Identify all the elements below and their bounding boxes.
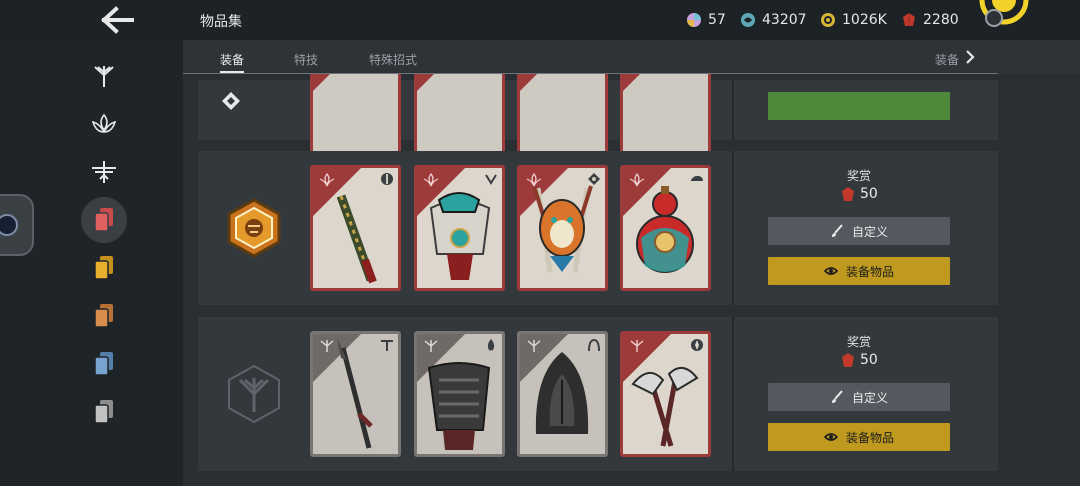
set-3-card-hood[interactable] [517,331,608,457]
sidebar-item-faction-1[interactable] [81,53,127,99]
reward-title: 奖赏 [846,335,871,349]
currency-steel: 43207 [740,12,807,28]
wings-crest-icon [226,364,282,428]
eye-icon [823,267,838,275]
set-row-2: 奖赏 50 自定义 装备物品 [198,151,998,305]
set-3-card-armor[interactable] [414,331,505,457]
set-row-3: 奖赏 50 自定义 装备物品 [198,317,998,471]
set-2-card-armor[interactable] [414,165,505,291]
equip-label: 装备物品 [845,264,894,279]
sidebar-item-gray-cards[interactable] [81,389,127,435]
lotus-crest-icon [423,173,439,187]
set-3-card-spear[interactable] [310,331,401,457]
customize-button[interactable]: 自定义 [768,383,950,411]
currency-steel-value: 43207 [762,12,807,28]
lotus-crest-icon [526,173,542,187]
wings-crest-icon [320,340,334,352]
chevron-right-icon[interactable] [963,48,977,66]
tab-equipment[interactable]: 装备 [220,51,244,68]
orange-cards-icon [94,304,113,328]
tab-divider [183,73,998,74]
gray-cards-icon [94,400,113,424]
brush-icon [831,224,843,237]
wings-crest-icon [527,340,541,352]
sidebar-item-yellow-cards[interactable] [81,245,127,291]
row-divider [732,80,734,140]
lotus-crest-icon [629,173,645,187]
currency-gems: 2280 [901,12,959,28]
wings-crest-icon [630,340,644,352]
wings-crest-icon [94,66,114,87]
equip-label: 装备物品 [845,430,894,445]
sidebar-drawer-handle[interactable] [0,194,34,256]
helmet-slot-icon [381,173,393,185]
customize-label: 自定义 [851,224,888,239]
reward-value: 50 [841,186,878,202]
chest-slot-icon [485,174,497,185]
set-row-1 [198,40,998,166]
back-arrow-icon[interactable] [98,4,138,36]
set-2-card-gourd[interactable] [620,165,711,291]
tab-next-label[interactable]: 装备 [935,51,959,68]
wings-crest-icon [424,340,438,352]
yellow-cards-icon [94,256,113,280]
steel-swirl-icon [741,13,755,27]
dragonfly-crest-icon [92,161,116,183]
weapon-slot-icon [381,340,393,351]
red-gem-icon [842,353,854,367]
brush-icon [831,390,843,403]
customize-label: 自定义 [851,390,888,405]
eye-icon [823,433,838,441]
lion-crest-icon [226,198,282,262]
set-2-card-mask[interactable] [517,165,608,291]
top-bar: 物品集 57 43207 1026K 2280 [0,0,1080,40]
coin-icon [821,13,835,27]
set-complete-bar [768,92,950,120]
reward-value: 50 [841,352,878,368]
sidebar-item-orange-cards[interactable] [81,293,127,339]
sidebar-item-red-cards[interactable] [81,197,127,243]
head-slot-icon [588,173,600,185]
page-title: 物品集 [200,14,242,30]
blue-cards-icon [94,352,113,376]
sidebar-item-faction-3[interactable] [81,149,127,195]
tab-special-moves[interactable]: 特殊招式 [369,51,417,68]
equip-items-button[interactable]: 装备物品 [768,423,950,451]
collection-panel: 装备 特技 特殊招式 装备 奖赏 50 自定义 装备物品 奖赏 50 自定义 装… [183,40,1080,486]
diamond-crest-icon [220,90,242,116]
red-gem-icon [903,13,915,26]
red-cards-icon [94,208,113,232]
equip-items-button[interactable]: 装备物品 [768,257,950,285]
currency-coins-value: 1026K [842,12,887,28]
lotus-crest-icon [319,173,335,187]
lotus-crest-icon [91,113,117,133]
sidebar-item-blue-cards[interactable] [81,341,127,387]
customize-button[interactable]: 自定义 [768,217,950,245]
tab-feats[interactable]: 特技 [294,51,318,68]
currency-gems-value: 2280 [923,12,959,28]
currency-orbs: 57 [686,12,726,28]
rank-emblem-icon[interactable] [978,0,1030,28]
rainbow-orb-icon [687,13,701,27]
drawer-knob-icon [0,214,18,236]
shuriken-slot-icon [691,339,703,351]
tab-bar: 装备 特技 特殊招式 装备 [183,40,1080,74]
arch-slot-icon [588,338,600,352]
currency-orbs-value: 57 [708,12,726,28]
reward-amount: 50 [860,186,878,202]
reward-title: 奖赏 [846,169,871,183]
accessory-slot-icon [691,175,703,181]
reward-amount: 50 [860,352,878,368]
set-2-card-staff[interactable] [310,165,401,291]
sidebar [0,40,183,486]
currency-coins: 1026K [820,12,887,28]
sidebar-item-faction-2[interactable] [81,101,127,147]
red-gem-icon [842,187,854,201]
flame-slot-icon [487,339,495,351]
row-divider [732,151,734,305]
row-divider [732,317,734,471]
set-3-card-axes[interactable] [620,331,711,457]
